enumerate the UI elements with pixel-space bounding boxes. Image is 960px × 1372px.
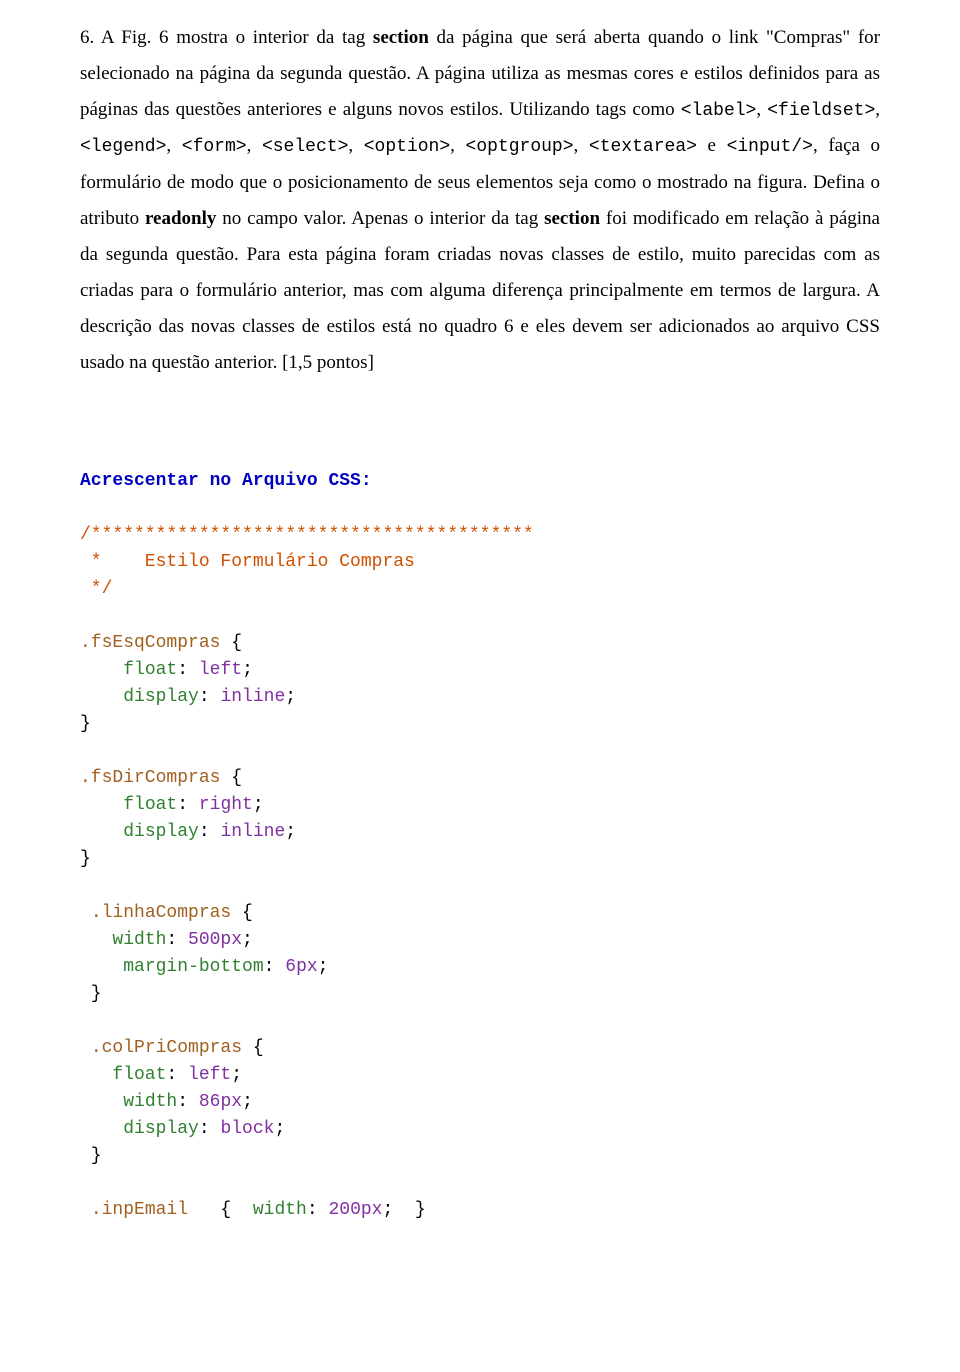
code-optgroup: <optgroup> bbox=[466, 137, 574, 157]
code-legend: <legend> bbox=[80, 137, 166, 157]
css-comment-line2: * Estilo Formulário Compras bbox=[80, 552, 415, 572]
inline-selector: .inpEmail bbox=[91, 1200, 188, 1220]
prop-2-0: width bbox=[112, 930, 166, 950]
prop-1-0: float bbox=[123, 795, 177, 815]
prop-2-1: margin-bottom bbox=[123, 957, 263, 977]
val-0-0: left bbox=[199, 660, 242, 680]
css-comment-line1: /***************************************… bbox=[80, 525, 534, 545]
prop-0-1: display bbox=[123, 687, 199, 707]
selector-2: .linhaCompras bbox=[91, 903, 231, 923]
prop-3-1: width bbox=[123, 1092, 177, 1112]
code-label: <label> bbox=[681, 101, 757, 121]
val-2-0: 500px bbox=[188, 930, 242, 950]
selector-1: .fsDirCompras bbox=[80, 768, 220, 788]
selector-0: .fsEsqCompras bbox=[80, 633, 220, 653]
prop-0-0: float bbox=[123, 660, 177, 680]
question-number: 6. bbox=[80, 27, 94, 48]
code-form: <form> bbox=[182, 137, 247, 157]
css-code-block: Acrescentar no Arquivo CSS: /***********… bbox=[80, 441, 880, 1224]
code-fieldset: <fieldset> bbox=[767, 101, 875, 121]
prop-1-1: display bbox=[123, 822, 199, 842]
question-text-1: A Fig. 6 mostra o interior da tag bbox=[101, 27, 373, 48]
val-2-1: 6px bbox=[285, 957, 317, 977]
val-0-1: inline bbox=[220, 687, 285, 707]
val-1-1: inline bbox=[220, 822, 285, 842]
bold-readonly: readonly bbox=[145, 208, 216, 229]
inline-prop: width bbox=[253, 1200, 307, 1220]
prop-3-2: display bbox=[123, 1119, 199, 1139]
inline-val: 200px bbox=[328, 1200, 382, 1220]
selector-3: .colPriCompras bbox=[91, 1038, 242, 1058]
question-text-4: no campo valor. Apenas o interior da tag bbox=[216, 208, 544, 229]
question-text-5: foi modificado em relação à página da se… bbox=[80, 208, 880, 373]
bold-section-2: section bbox=[544, 208, 600, 229]
val-3-2: block bbox=[220, 1119, 274, 1139]
css-comment-line3: */ bbox=[80, 579, 112, 599]
code-textarea: <textarea> bbox=[589, 137, 697, 157]
bold-section-1: section bbox=[373, 27, 429, 48]
prop-3-0: float bbox=[112, 1065, 166, 1085]
val-1-0: right bbox=[199, 795, 253, 815]
code-select: <select> bbox=[262, 137, 348, 157]
code-option: <option> bbox=[364, 137, 450, 157]
question-paragraph: 6. A Fig. 6 mostra o interior da tag sec… bbox=[80, 20, 880, 381]
val-3-1: 86px bbox=[199, 1092, 242, 1112]
val-3-0: left bbox=[188, 1065, 231, 1085]
css-heading: Acrescentar no Arquivo CSS: bbox=[80, 471, 372, 491]
code-input: <input/> bbox=[727, 137, 813, 157]
